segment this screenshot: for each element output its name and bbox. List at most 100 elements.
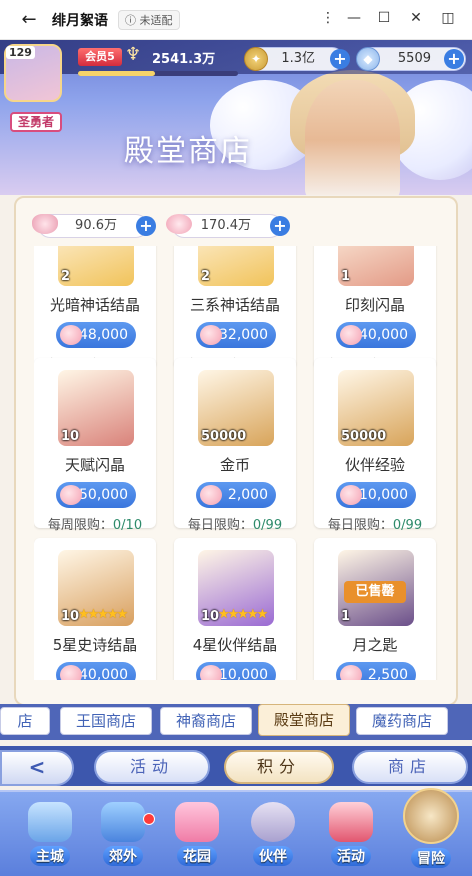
nav-outskirts-label: 郊外 xyxy=(103,846,143,866)
tab-potion-shop[interactable]: 魔药商店 xyxy=(356,707,448,735)
buy-button[interactable]: 10,000 xyxy=(336,482,416,508)
heart-garden-icon xyxy=(175,802,219,842)
subtab-activity[interactable]: 活动 xyxy=(94,750,210,784)
page-title: 殿堂商店 xyxy=(124,134,252,169)
buy-button[interactable]: 40,000 xyxy=(336,322,416,348)
item-count: 2 xyxy=(201,269,211,284)
gift-box-icon xyxy=(329,802,373,842)
nav-partners[interactable]: 伙伴 xyxy=(242,798,304,872)
item-name: 金币 xyxy=(219,456,250,474)
power-wings-icon: ♆ xyxy=(125,44,142,65)
rose-gem-icon xyxy=(60,485,82,505)
item-name: 伙伴经验 xyxy=(344,456,405,474)
limit-value: 0/99 xyxy=(252,518,283,533)
rose-gem-icon xyxy=(60,665,82,680)
shop-item-card[interactable]: 2三系神话结晶32,000每日限购：0/99 xyxy=(174,246,296,373)
nav-outskirts[interactable]: 郊外 xyxy=(92,798,154,872)
item-price: 2,500 xyxy=(367,667,408,680)
player-rank: 圣勇者 xyxy=(10,112,62,132)
minimize-icon[interactable]: — xyxy=(344,10,364,26)
purchase-limit: 每周限购：0/10 xyxy=(34,514,156,533)
player-level: 129 xyxy=(6,46,35,59)
compat-badge[interactable]: ⓘ 未适配 xyxy=(118,9,180,30)
character-art xyxy=(305,80,400,195)
item-name: 月之匙 xyxy=(352,636,398,654)
tab-hall-shop[interactable]: 殿堂商店 xyxy=(258,704,350,736)
nav-adventure[interactable]: 冒险 xyxy=(396,788,466,872)
nav-main-city[interactable]: 主城 xyxy=(8,798,92,872)
rose-gem-icon xyxy=(200,325,222,345)
buy-button[interactable]: 10,000 xyxy=(196,662,276,680)
item-price: 2,000 xyxy=(227,487,268,503)
rose-gem-icon xyxy=(200,485,222,505)
more-icon[interactable]: ⋮ xyxy=(318,10,338,26)
diamond-icon xyxy=(32,214,58,234)
add-rose-button[interactable]: + xyxy=(270,216,290,236)
buy-button[interactable]: 50,000 xyxy=(56,482,136,508)
nav-adventure-label: 冒险 xyxy=(411,848,451,868)
nav-events-label: 活动 xyxy=(331,846,371,866)
item-name: 4星伙伴结晶 xyxy=(192,636,278,654)
nav-partners-label: 伙伴 xyxy=(253,846,293,866)
item-name: 5星史诗结晶 xyxy=(52,636,138,654)
maximize-icon[interactable]: ☐ xyxy=(374,10,394,26)
item-count: 1 xyxy=(341,269,351,284)
shop-item-card[interactable]: 1 月之匙 2,500 已售罄 xyxy=(314,538,436,680)
tab-divine-shop[interactable]: 神裔商店 xyxy=(160,707,252,735)
subtab-shop[interactable]: 商店 xyxy=(352,750,468,784)
close-icon[interactable]: ✕ xyxy=(406,10,426,26)
tab-prev-shop[interactable]: 店 xyxy=(0,707,50,735)
item-price: 32,000 xyxy=(219,327,268,343)
add-gems-button[interactable]: + xyxy=(444,49,464,69)
limit-value: 0/99 xyxy=(392,518,423,533)
crystal-icon: ◆ xyxy=(356,47,380,71)
item-count: 2 xyxy=(61,269,71,284)
buy-button[interactable]: 40,000 xyxy=(56,662,136,680)
shop-item-card[interactable]: 50000 伙伴经验 10,000 每日限购：0/99 xyxy=(314,358,436,533)
buy-button[interactable]: 32,000 xyxy=(196,322,276,348)
compat-badge-label: 未适配 xyxy=(139,13,173,27)
rose-gem-icon xyxy=(60,325,82,345)
shop-item-card[interactable]: 10 5星史诗结晶 40,000 ★★★★★ xyxy=(34,538,156,680)
rose-gem-icon xyxy=(340,325,362,345)
shop-item-card[interactable]: 2光暗神话结晶48,000每日限购：0/99 xyxy=(34,246,156,373)
shop-item-card[interactable]: 10 天赋闪晶 50,000 每周限购：0/10 xyxy=(34,358,156,533)
currency-diamond-value: 90.6万 xyxy=(75,218,117,233)
limit-label: 每日限购： xyxy=(327,518,393,533)
item-name: 光暗神话结晶 xyxy=(49,296,140,314)
limit-label: 每周限购： xyxy=(47,518,113,533)
item-count: 50000 xyxy=(341,429,387,444)
back-arrow-icon[interactable]: ← xyxy=(12,9,46,30)
shop-item-card[interactable]: 10 4星伙伴结晶 10,000 ★★★★★ xyxy=(174,538,296,680)
rose-gem-icon xyxy=(340,485,362,505)
buy-button[interactable]: 48,000 xyxy=(56,322,136,348)
vip-badge[interactable]: 会员5 xyxy=(78,48,122,66)
collapse-arrow-icon[interactable]: < xyxy=(0,750,74,786)
shop-item-card[interactable]: 50000 金币 2,000 每日限购：0/99 xyxy=(174,358,296,533)
item-count: 1 xyxy=(341,609,351,624)
currency-rose-value: 170.4万 xyxy=(200,218,251,233)
partner-portrait-icon xyxy=(251,802,295,842)
outskirts-notification-dot xyxy=(143,813,155,825)
add-gold-button[interactable]: + xyxy=(330,49,350,69)
shop-item-card[interactable]: 1印刻闪晶40,000每周限购：0/10 xyxy=(314,246,436,373)
add-diamond-button[interactable]: + xyxy=(136,216,156,236)
subtab-points[interactable]: 积分 xyxy=(224,750,334,784)
nav-events[interactable]: 活动 xyxy=(320,798,382,872)
item-price: 50,000 xyxy=(79,487,128,503)
nav-garden[interactable]: 花园 xyxy=(166,798,228,872)
limit-value: 0/10 xyxy=(112,518,143,533)
item-name: 三系神话结晶 xyxy=(189,296,280,314)
sidebar-toggle-icon[interactable]: ◫ xyxy=(438,10,458,26)
item-price: 40,000 xyxy=(79,667,128,680)
item-price: 10,000 xyxy=(359,487,408,503)
buy-button[interactable]: 2,500 xyxy=(336,662,416,680)
title-bar: ← 绯月絮语 ⓘ 未适配 ⋮ — ☐ ✕ ◫ xyxy=(0,0,472,40)
tab-kingdom-shop[interactable]: 王国商店 xyxy=(60,707,152,735)
gem-value: 5509 xyxy=(397,51,431,66)
xp-bar-fill xyxy=(78,71,155,76)
sold-out-badge: 已售罄 xyxy=(344,581,406,603)
buy-button[interactable]: 2,000 xyxy=(196,482,276,508)
window-title: 绯月絮语 xyxy=(52,12,108,29)
limit-label: 每日限购： xyxy=(187,518,253,533)
